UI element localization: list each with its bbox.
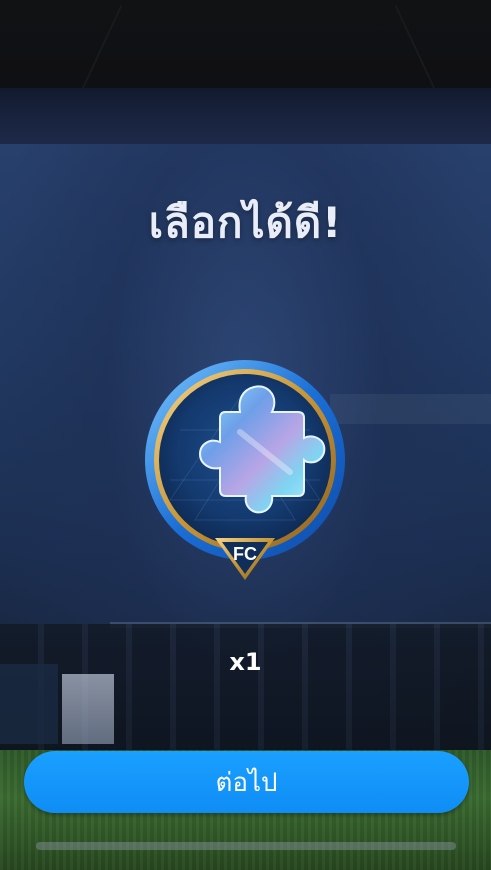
reward-quantity: x1: [229, 648, 262, 676]
stadium-left-structure: [0, 664, 58, 744]
puzzle-piece-icon: FC: [145, 360, 345, 580]
reward-title: เลือกได้ดี!: [148, 198, 343, 247]
top-black-bar: [0, 0, 491, 88]
continue-button[interactable]: ต่อไป: [24, 751, 469, 813]
stadium-board: [62, 674, 114, 744]
ad-board: [330, 394, 491, 424]
fc-logo: FC: [233, 544, 257, 564]
reward-badge: FC: [140, 360, 350, 592]
bottom-indicator: [36, 842, 456, 850]
header-band: [0, 88, 491, 144]
